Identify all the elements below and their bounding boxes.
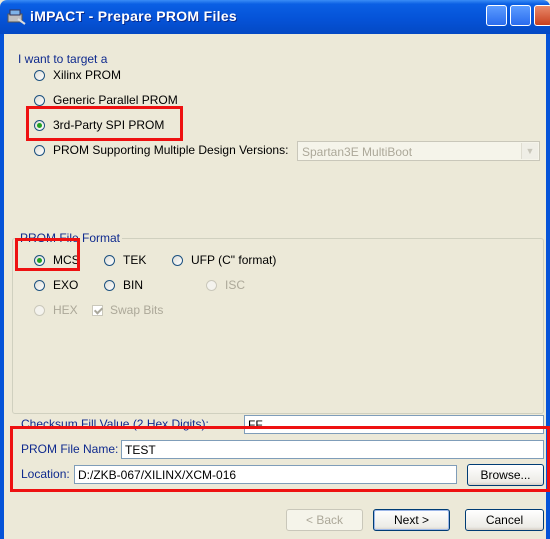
cancel-button[interactable]: Cancel [465,509,544,531]
target-heading: I want to target a [18,52,108,66]
radio-format-mcs-label[interactable]: MCS [53,253,80,267]
window-title: iMPACT - Prepare PROM Files [30,8,237,24]
maximize-button[interactable] [510,5,531,26]
radio-format-mcs[interactable] [34,255,45,266]
radio-format-bin[interactable] [104,280,115,291]
radio-multiple-design-versions[interactable] [34,145,45,156]
close-button[interactable] [534,5,550,26]
radio-format-hex[interactable] [34,305,45,316]
minimize-button[interactable] [486,5,507,26]
swap-bits-checkbox[interactable] [92,305,103,316]
radio-format-exo-label[interactable]: EXO [53,278,78,292]
radio-format-ufp[interactable] [172,255,183,266]
multiboot-select[interactable]: Spartan3E MultiBoot ▼ [297,141,540,161]
location-field[interactable]: D:/ZKB-067/XILINX/XCM-016 [74,465,457,484]
back-button[interactable]: < Back [286,509,363,531]
radio-format-hex-label: HEX [53,303,78,317]
multiboot-select-value: Spartan3E MultiBoot [302,145,413,159]
radio-generic-parallel-prom-label[interactable]: Generic Parallel PROM [53,93,178,107]
radio-format-tek-label[interactable]: TEK [123,253,146,267]
radio-format-tek[interactable] [104,255,115,266]
prepare-prom-dialog: iMPACT - Prepare PROM Files I want to ta… [0,0,550,539]
checksum-field[interactable]: FF [244,415,544,434]
next-button[interactable]: Next > [373,509,450,531]
radio-format-isc-label: ISC [225,278,246,292]
radio-3rd-party-spi-prom[interactable] [34,120,45,131]
radio-3rd-party-spi-prom-label[interactable]: 3rd-Party SPI PROM [53,118,164,132]
prom-file-format-group [12,238,544,414]
prom-file-format-heading: PROM File Format [18,231,123,245]
radio-format-bin-label[interactable]: BIN [123,278,143,292]
prom-file-name-label: PROM File Name: [21,442,119,456]
radio-format-isc[interactable] [206,280,217,291]
radio-generic-parallel-prom[interactable] [34,95,45,106]
radio-format-ufp-label[interactable]: UFP (C" format) [191,253,276,267]
checksum-label: Checksum Fill Value (2 Hex Digits): [21,417,209,431]
title-bar[interactable]: iMPACT - Prepare PROM Files [0,0,550,34]
location-label: Location: [21,467,70,481]
radio-format-exo[interactable] [34,280,45,291]
radio-xilinx-prom-label[interactable]: Xilinx PROM [53,68,121,82]
checksum-value: FF [248,418,263,432]
radio-multiple-design-versions-label[interactable]: PROM Supporting Multiple Design Versions… [53,143,288,157]
browse-button[interactable]: Browse... [467,464,544,486]
swap-bits-label: Swap Bits [110,303,164,317]
window-frame-right [546,34,550,539]
radio-xilinx-prom[interactable] [34,70,45,81]
chevron-down-icon: ▼ [521,143,538,159]
impact-app-icon [7,9,26,25]
window-frame-left [0,34,4,539]
prom-file-name-field[interactable]: TEST [121,440,544,459]
location-value: D:/ZKB-067/XILINX/XCM-016 [78,468,237,482]
prom-file-name-value: TEST [125,443,156,457]
